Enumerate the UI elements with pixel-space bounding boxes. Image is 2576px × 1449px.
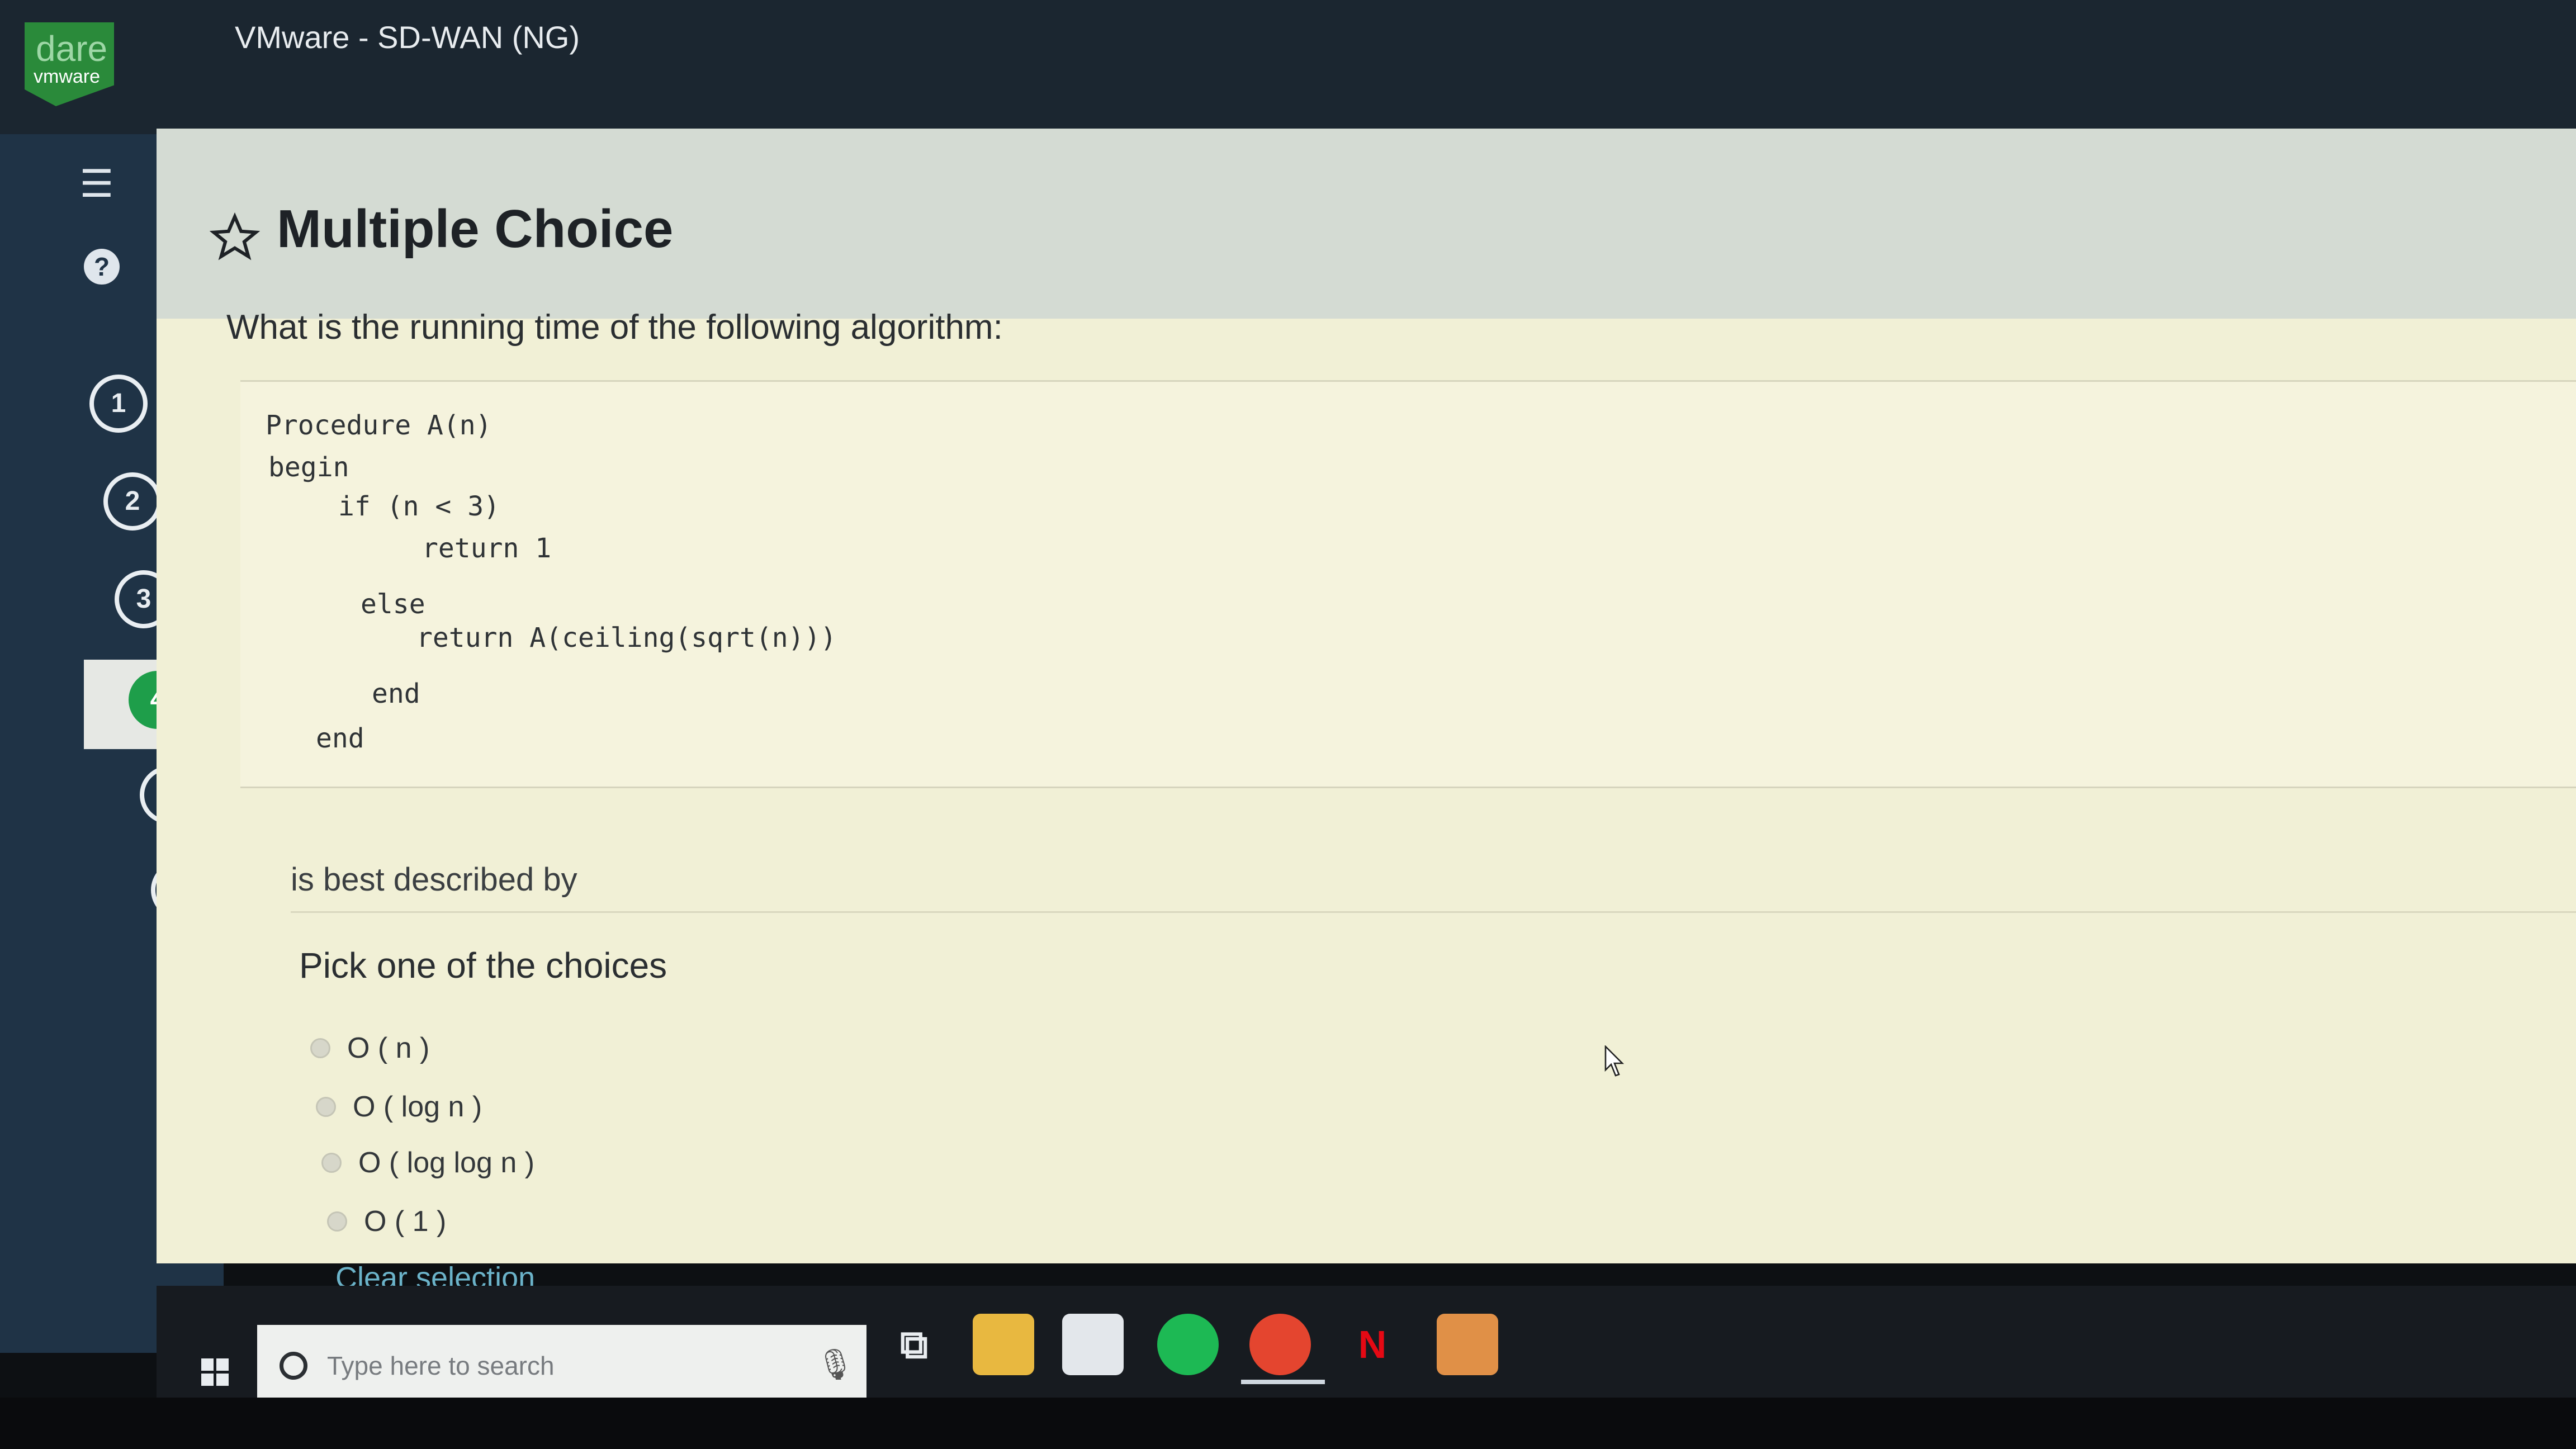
- logo-line-1: dare: [36, 29, 108, 69]
- choice-label: O ( log n ): [353, 1091, 482, 1123]
- mouse-cursor-icon: [1604, 1045, 1625, 1077]
- whatsapp-icon[interactable]: [1437, 1314, 1498, 1375]
- spotify-icon[interactable]: [1157, 1314, 1219, 1375]
- choice-label: O ( log log n ): [358, 1147, 535, 1179]
- star-icon[interactable]: [210, 212, 260, 263]
- choice-option[interactable]: O ( log n ): [316, 1090, 482, 1124]
- cortana-circle-icon[interactable]: [280, 1352, 307, 1380]
- radio-button[interactable]: [310, 1038, 330, 1058]
- netflix-icon[interactable]: N: [1342, 1314, 1403, 1375]
- choices-instruction: Pick one of the choices: [299, 945, 667, 986]
- code-line: else: [361, 589, 425, 620]
- netflix-glyph: N: [1358, 1323, 1387, 1366]
- radio-button[interactable]: [316, 1097, 336, 1117]
- task-view-glyph: ⧉: [900, 1323, 928, 1366]
- taskbar-search-box[interactable]: Type here to search 🎙: [257, 1325, 866, 1403]
- choice-option[interactable]: O ( log log n ): [321, 1146, 534, 1180]
- code-line: end: [372, 678, 420, 709]
- question-text: What is the running time of the followin…: [226, 308, 1003, 347]
- store-icon[interactable]: [1062, 1314, 1124, 1375]
- logo-line-2: vmware: [34, 66, 101, 87]
- choice-label: O ( 1 ): [364, 1205, 447, 1238]
- choice-option[interactable]: O ( 1 ): [327, 1205, 446, 1238]
- active-app-indicator: [1241, 1380, 1325, 1384]
- choice-label: O ( n ): [347, 1032, 430, 1064]
- card-title: Multiple Choice: [277, 199, 674, 259]
- question-card: Multiple Choice What is the running time…: [157, 129, 2576, 1295]
- code-line: begin: [268, 452, 349, 483]
- question-continuation: is best described by: [291, 861, 577, 898]
- dare-vmware-logo: dare vmware: [25, 22, 114, 106]
- code-line: return 1: [422, 533, 552, 564]
- windows-start-icon[interactable]: [201, 1358, 229, 1386]
- code-block: Procedure A(n) begin if (n < 3) return 1…: [240, 380, 2576, 788]
- task-view-icon[interactable]: ⧉: [883, 1314, 945, 1375]
- microphone-icon[interactable]: 🎙: [816, 1347, 855, 1382]
- code-line: if (n < 3): [338, 491, 500, 522]
- divider: [291, 911, 2576, 913]
- choice-option[interactable]: O ( n ): [310, 1031, 429, 1065]
- radio-button[interactable]: [321, 1153, 342, 1173]
- code-line: return A(ceiling(sqrt(n))): [416, 622, 837, 654]
- window-title: VMware - SD-WAN (NG): [235, 20, 580, 55]
- radio-button[interactable]: [327, 1211, 347, 1232]
- code-line: Procedure A(n): [266, 410, 492, 441]
- screen-bezel: [0, 1398, 2576, 1449]
- help-icon[interactable]: ?: [84, 249, 120, 285]
- file-explorer-icon[interactable]: [973, 1314, 1034, 1375]
- title-bar: dare vmware VMware - SD-WAN (NG): [0, 0, 2576, 134]
- step-1-button[interactable]: 1: [89, 375, 148, 433]
- code-line: end: [316, 723, 364, 754]
- chrome-icon[interactable]: [1249, 1314, 1311, 1375]
- search-placeholder: Type here to search: [327, 1351, 555, 1380]
- list-menu-icon[interactable]: ☰: [72, 162, 122, 206]
- step-2-button[interactable]: 2: [103, 472, 162, 531]
